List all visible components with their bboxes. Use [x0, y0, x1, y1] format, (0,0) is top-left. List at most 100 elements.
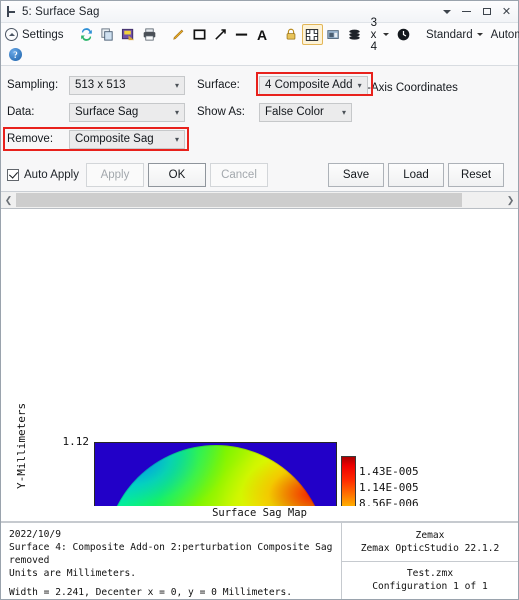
surface-select[interactable]: 4 Composite Add ▾ [259, 75, 368, 95]
footer-line-units: Units are Millimeters. [9, 568, 137, 579]
title-bar: 5: Surface Sag ✕ [1, 1, 518, 23]
maximize-icon[interactable] [477, 3, 496, 21]
auto-apply-checkbox[interactable]: Auto Apply [7, 169, 79, 181]
sampling-row: Sampling: 513 x 513 ▾ [7, 74, 197, 96]
lock-icon[interactable] [281, 24, 302, 45]
footer: 2022/10/9 Surface 4: Composite Add-on 2:… [1, 522, 518, 599]
off-axis-coordinates-label: Off-Axis Coordinates [352, 82, 458, 94]
chevron-down-icon: ▾ [341, 107, 346, 117]
data-value: Surface Sag [75, 106, 139, 118]
show-as-row: Show As: False Color ▾ [197, 101, 352, 123]
chevron-down-icon [382, 33, 389, 36]
data-row: Data: Surface Sag ▾ [7, 101, 197, 123]
stack-layers-icon[interactable] [344, 24, 365, 45]
file-name: Test.zmx [406, 568, 454, 580]
chevron-down-icon [476, 33, 483, 36]
data-select[interactable]: Surface Sag ▾ [69, 102, 185, 122]
style-dropdown[interactable]: Standard [422, 25, 487, 44]
cancel-button[interactable]: Cancel [209, 163, 268, 187]
chevron-down-icon: ▾ [174, 80, 179, 90]
surface-row: Surface: 4 Composite Add ▾ [197, 72, 373, 96]
settings-button[interactable]: Settings [4, 25, 68, 44]
rectangle-annotation-icon[interactable] [189, 24, 210, 45]
clock-icon[interactable] [393, 24, 414, 45]
sampling-value: 513 x 513 [75, 79, 126, 91]
grid-size-dropdown[interactable]: 3 x 4 [365, 17, 393, 53]
show-as-value: False Color [265, 106, 324, 118]
checkbox-box [7, 169, 19, 181]
window-controls: ✕ [437, 3, 516, 21]
colorbar-label: 1.14E-005 [359, 481, 419, 494]
map-title: Surface Sag Map [1, 506, 518, 522]
chevron-up-icon [5, 28, 18, 41]
remove-row: Remove: Composite Sag ▾ [3, 127, 197, 151]
plot-area: Y-Millimeters 1.12 0 -1.12 -1.12 0 1.12 … [1, 209, 518, 506]
help-icon[interactable]: ? [5, 44, 26, 65]
settings-column-left: Sampling: 513 x 513 ▾ Data: Surface Sag … [3, 74, 197, 155]
footer-line-date: 2022/10/9 [9, 529, 61, 540]
arrow-annotation-icon[interactable] [210, 24, 231, 45]
copy-icon[interactable] [97, 24, 118, 45]
minimize-icon[interactable] [457, 3, 476, 21]
show-as-label: Show As: [197, 106, 245, 118]
colorbar [341, 456, 356, 506]
product-brand: Zemax [415, 529, 445, 541]
scrollbar-track[interactable] [16, 193, 503, 207]
toolbar: Settings A 3 x 4 Standard Auto ? [1, 17, 519, 66]
configuration-label: Configuration 1 of 1 [372, 581, 488, 593]
scrollbar-thumb[interactable] [16, 193, 462, 207]
grid-size-label: 3 x 4 [370, 16, 377, 53]
horizontal-scrollbar[interactable]: ❮ ❯ [1, 192, 518, 209]
sampling-select[interactable]: 513 x 513 ▾ [69, 75, 185, 95]
surface-label: Surface: [197, 79, 240, 91]
auto-apply-label: Auto Apply [24, 169, 79, 181]
save-button[interactable]: Save [328, 163, 384, 187]
surface-value: 4 Composite Add [265, 79, 353, 91]
save-image-icon[interactable] [118, 24, 139, 45]
ok-button[interactable]: OK [147, 163, 206, 187]
sampling-label: Sampling: [7, 79, 59, 91]
settings-panel: Sampling: 513 x 513 ▾ Data: Surface Sag … [1, 66, 518, 192]
chevron-down-icon: ▾ [174, 107, 179, 117]
surface-sag-window: 5: Surface Sag ✕ Settings A 3 x 4 Standa… [0, 0, 519, 600]
style-label: Standard [425, 28, 473, 41]
load-button[interactable]: Load [388, 163, 444, 187]
refresh-icon[interactable] [76, 24, 97, 45]
caret-down-icon[interactable] [437, 3, 456, 21]
remove-label: Remove: [7, 133, 54, 145]
close-icon[interactable]: ✕ [497, 3, 516, 21]
show-as-select[interactable]: False Color ▾ [259, 102, 352, 122]
settings-column-middle: Surface: 4 Composite Add ▾ Show As: Fals… [197, 72, 373, 128]
data-label: Data: [7, 106, 35, 118]
scale-label: Automatic [490, 28, 519, 41]
scroll-right-icon[interactable]: ❯ [503, 193, 518, 208]
scroll-left-icon[interactable]: ❮ [1, 193, 16, 208]
apply-button[interactable]: Apply [85, 163, 144, 187]
remove-value: Composite Sag [75, 133, 154, 145]
footer-meta: Zemax Zemax OpticStudio 22.1.2 Test.zmx … [342, 523, 518, 599]
pin-icon[interactable] [5, 5, 18, 18]
scale-dropdown[interactable]: Automatic [487, 25, 519, 44]
line-annotation-icon[interactable] [231, 24, 252, 45]
action-button-row: Auto Apply Apply OK Cancel Save Load Res… [7, 161, 512, 189]
pupil-disc [104, 445, 327, 506]
settings-column-right: Off-Axis Coordinates [352, 74, 512, 96]
help-glyph: ? [9, 48, 22, 61]
remove-select[interactable]: Composite Sag ▾ [69, 129, 185, 149]
fit-window-icon[interactable] [301, 24, 323, 45]
y-tick-top: 1.12 [62, 435, 90, 448]
colorbar-label: 8.56E-006 [359, 497, 419, 506]
text-annotation-icon[interactable]: A [252, 24, 273, 45]
footer-info-text: 2022/10/9 Surface 4: Composite Add-on 2:… [1, 523, 342, 599]
footer-file-cell: Test.zmx Configuration 1 of 1 [342, 562, 518, 600]
settings-label: Settings [22, 28, 64, 41]
footer-line-width: Width = 2.241, Decenter x = 0, y = 0 Mil… [9, 587, 293, 598]
print-icon[interactable] [139, 24, 160, 45]
reset-button[interactable]: Reset [448, 163, 504, 187]
pencil-annotation-icon[interactable] [168, 24, 189, 45]
colorbar-label: 1.43E-005 [359, 465, 419, 478]
sag-map-image [94, 442, 337, 506]
footer-product-cell: Zemax Zemax OpticStudio 22.1.2 [342, 523, 518, 562]
layout-icon[interactable] [323, 24, 344, 45]
footer-line-surface: Surface 4: Composite Add-on 2:perturbati… [9, 542, 333, 566]
